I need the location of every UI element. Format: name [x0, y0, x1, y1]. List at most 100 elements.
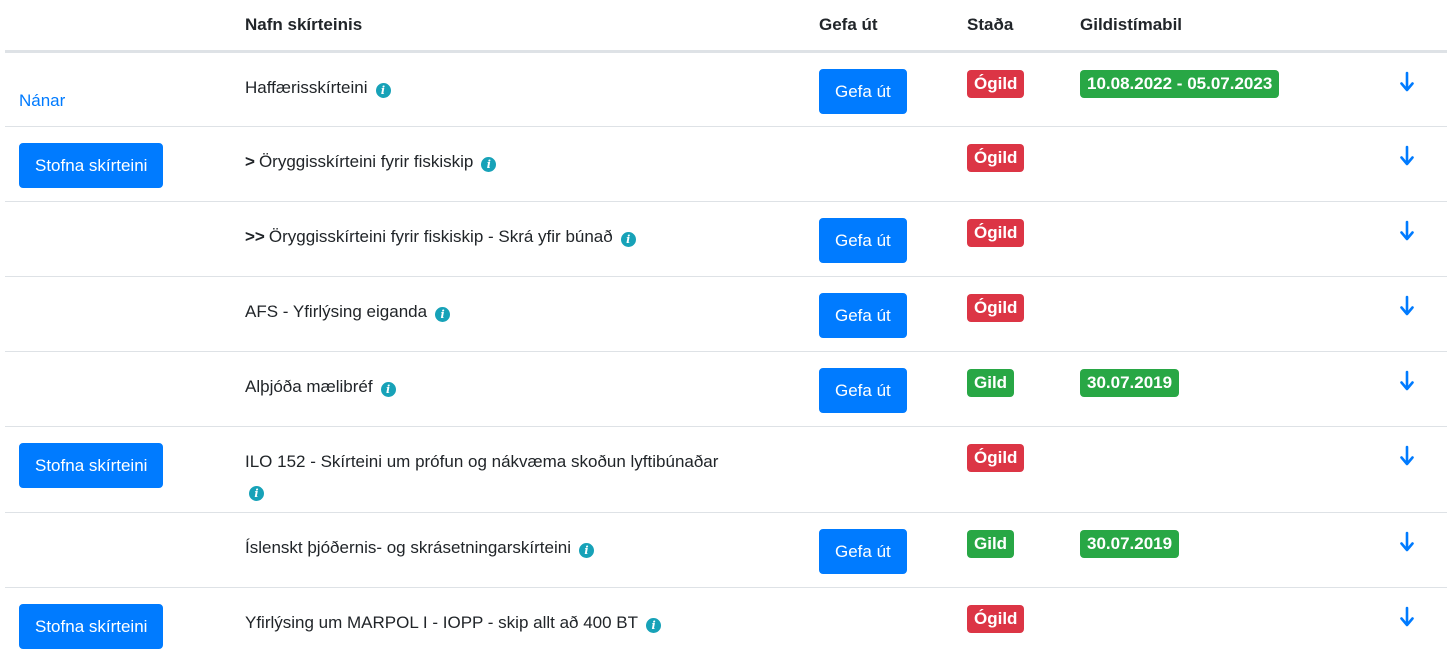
status-cell: Gild [953, 351, 1066, 427]
download-arrow-icon[interactable] [1399, 71, 1415, 93]
download-cell [1366, 126, 1447, 202]
certificate-name: Yfirlýsing um MARPOL I - IOPP - skip all… [245, 613, 639, 632]
issue-button[interactable]: Gefa út [819, 368, 907, 413]
validity-cell [1066, 276, 1366, 352]
table-row: AFS - Yfirlýsing eiganda i Gefa út Ógild [5, 276, 1447, 352]
issue-button[interactable]: Gefa út [819, 529, 907, 574]
table-row: Stofna skírteini ILO 152 - Skírteini um p… [5, 426, 1447, 513]
header-download [1366, 0, 1447, 53]
download-cell [1366, 51, 1447, 127]
status-badge: Ógild [967, 144, 1025, 172]
status-badge: Ógild [967, 605, 1025, 633]
info-icon[interactable]: i [620, 232, 636, 247]
download-arrow-icon[interactable] [1399, 295, 1415, 317]
issue-cell: Gefa út [805, 276, 953, 352]
header-issue: Gefa út [805, 0, 953, 53]
create-certificate-button[interactable]: Stofna skírteini [19, 604, 164, 649]
table-row: Stofna skírteini Yfirlýsing um MARPOL I -… [5, 587, 1447, 664]
action-cell [5, 276, 231, 352]
issue-cell: Gefa út [805, 201, 953, 277]
download-arrow-icon[interactable] [1399, 445, 1415, 467]
validity-cell [1066, 426, 1366, 513]
status-cell: Ógild [953, 126, 1066, 202]
header-validity: Gildistímabil [1066, 0, 1366, 53]
download-cell [1366, 426, 1447, 513]
certificate-name-cell: AFS - Yfirlýsing eiganda i [231, 276, 805, 352]
status-cell: Gild [953, 512, 1066, 588]
create-certificate-button[interactable]: Stofna skírteini [19, 143, 164, 188]
info-icon[interactable]: i [578, 543, 594, 558]
action-cell: Stofna skírteini [5, 587, 231, 664]
certificate-name: Íslenskt þjóðernis- og skrásetningarskír… [245, 538, 571, 557]
download-arrow-icon[interactable] [1399, 145, 1415, 167]
certificate-name: Öryggisskírteini fyrir fiskiskip - Skrá … [268, 227, 613, 246]
status-badge: Gild [967, 530, 1015, 558]
download-arrow-icon[interactable] [1399, 531, 1415, 553]
table-row: Stofna skírteini > Öryggisskírteini fyrir … [5, 126, 1447, 202]
certificate-name: Öryggisskírteini fyrir fiskiskip [258, 152, 474, 171]
table-row: Íslenskt þjóðernis- og skrásetningarskír… [5, 512, 1447, 588]
certificate-name: ILO 152 - Skírteini um prófun og nákvæma… [245, 452, 719, 471]
certificate-name-cell: Alþjóða mælibréf i [231, 351, 805, 427]
download-arrow-icon[interactable] [1399, 220, 1415, 242]
issue-button[interactable]: Gefa út [819, 69, 907, 114]
certificate-name-cell: >> Öryggisskírteini fyrir fiskiskip - Skr… [231, 201, 805, 277]
status-cell: Ógild [953, 51, 1066, 127]
certificate-name-cell: Haffærisskírteini i [231, 51, 805, 127]
table-header: Nafn skírteinis Gefa út Staða Gildistíma… [5, 0, 1447, 53]
certificate-name-cell: Yfirlýsing um MARPOL I - IOPP - skip all… [231, 587, 805, 664]
status-cell: Ógild [953, 587, 1066, 664]
action-cell: Stofna skírteini [5, 126, 231, 202]
table-body: Nánar Haffærisskírteini i Gefa út Ógild 10.08… [5, 51, 1447, 664]
download-cell [1366, 201, 1447, 277]
info-icon[interactable]: i [481, 157, 497, 172]
table-row: >> Öryggisskírteini fyrir fiskiskip - Skr… [5, 201, 1447, 277]
create-certificate-button[interactable]: Stofna skírteini [19, 443, 164, 488]
certificates-table: Nafn skírteinis Gefa út Staða Gildistíma… [5, 0, 1447, 664]
certificate-name-cell: ILO 152 - Skírteini um prófun og nákvæma… [231, 426, 805, 513]
validity-cell: 10.08.2022 - 05.07.2023 [1066, 51, 1366, 127]
certificate-name-cell: Íslenskt þjóðernis- og skrásetningarskír… [231, 512, 805, 588]
download-cell [1366, 587, 1447, 664]
header-status: Staða [953, 0, 1066, 53]
header-name: Nafn skírteinis [231, 0, 805, 53]
issue-cell [805, 587, 953, 664]
download-cell [1366, 351, 1447, 427]
status-badge: Ógild [967, 444, 1025, 472]
table-row: Nánar Haffærisskírteini i Gefa út Ógild 10.08… [5, 51, 1447, 127]
info-icon[interactable]: i [375, 83, 391, 98]
validity-cell: 30.07.2019 [1066, 351, 1366, 427]
status-cell: Ógild [953, 201, 1066, 277]
details-link[interactable]: Nánar [19, 91, 65, 111]
issue-cell: Gefa út [805, 351, 953, 427]
info-icon[interactable]: i [380, 382, 396, 397]
download-arrow-icon[interactable] [1399, 370, 1415, 392]
action-cell [5, 351, 231, 427]
table-row: Alþjóða mælibréf i Gefa út Gild 30.07.2019 [5, 351, 1447, 427]
certificate-name: Alþjóða mælibréf [245, 377, 373, 396]
hierarchy-prefix: > [245, 152, 255, 171]
status-cell: Ógild [953, 426, 1066, 513]
issue-cell: Gefa út [805, 512, 953, 588]
issue-button[interactable]: Gefa út [819, 218, 907, 263]
issue-cell [805, 126, 953, 202]
validity-cell [1066, 126, 1366, 202]
certificate-name: AFS - Yfirlýsing eiganda [245, 302, 428, 321]
validity-cell: 30.07.2019 [1066, 512, 1366, 588]
download-cell [1366, 276, 1447, 352]
info-icon[interactable]: i [435, 307, 451, 322]
status-badge: Gild [967, 369, 1015, 397]
action-cell: Stofna skírteini [5, 426, 231, 513]
status-badge: Ógild [967, 219, 1025, 247]
issue-cell [805, 426, 953, 513]
action-cell [5, 512, 231, 588]
info-icon[interactable]: i [646, 618, 662, 633]
info-icon[interactable]: i [249, 485, 264, 501]
certificate-name-cell: > Öryggisskírteini fyrir fiskiskip i [231, 126, 805, 202]
download-arrow-icon[interactable] [1399, 606, 1415, 628]
header-action [5, 0, 231, 53]
issue-button[interactable]: Gefa út [819, 293, 907, 338]
validity-cell [1066, 201, 1366, 277]
validity-badge: 30.07.2019 [1080, 530, 1180, 558]
status-badge: Ógild [967, 294, 1025, 322]
